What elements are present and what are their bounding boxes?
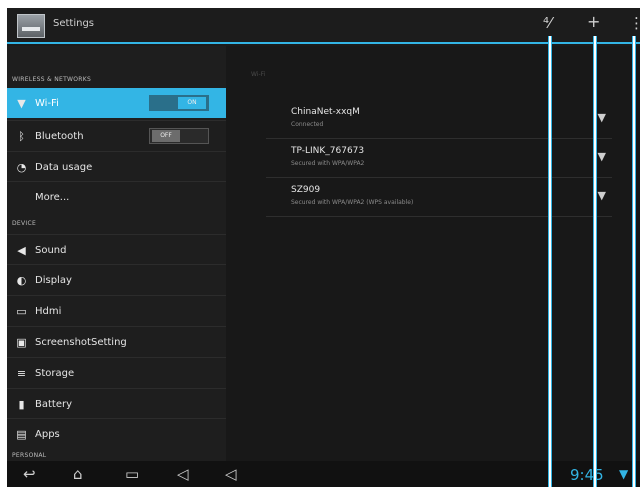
sidebar-item-label: Apps (35, 429, 60, 440)
display-icon: ◐ (16, 274, 27, 287)
sidebar-item-label: Hdmi (35, 306, 62, 317)
annotation-line (632, 36, 636, 487)
network-item-tp-link[interactable]: TP-LINK_767673 Secured with WPA/WPA2 ▼ (266, 140, 612, 178)
network-status: Connected (291, 121, 324, 128)
sidebar-item-screenshot-setting[interactable]: ▣ ScreenshotSetting (7, 326, 226, 356)
battery-icon: ▮ (18, 398, 25, 411)
scan-icon[interactable]: ⁴⁄ (543, 14, 552, 32)
network-status: Secured with WPA/WPA2 (WPS available) (291, 199, 414, 206)
wifi-signal-lock-icon: ▼ (597, 111, 606, 124)
recent-apps-icon[interactable]: ▭ (125, 465, 139, 483)
network-item-chinanet[interactable]: ChinaNet-xxqM Connected ▼ (266, 101, 612, 139)
sidebar-item-label: Data usage (35, 162, 93, 173)
section-personal: PERSONAL (12, 452, 47, 459)
sidebar-item-more[interactable]: More... (7, 181, 226, 211)
sidebar-item-label: Sound (35, 245, 67, 256)
back-icon[interactable]: ↩ (23, 465, 36, 483)
sidebar-item-data-usage[interactable]: ◔ Data usage (7, 151, 226, 181)
wifi-signal-lock-icon: ▼ (597, 150, 606, 163)
settings-app-icon[interactable] (17, 14, 45, 38)
sidebar-item-label: Storage (35, 368, 75, 379)
sound-icon: ◀ (17, 244, 26, 257)
sidebar-item-label: Bluetooth (35, 131, 84, 142)
sidebar-item-bluetooth[interactable]: ᛒ Bluetooth OFF (7, 120, 226, 150)
toggle-knob: OFF (152, 130, 180, 142)
sidebar-item-wifi[interactable]: ▼ Wi-Fi ON (7, 88, 226, 118)
home-icon[interactable]: ⌂ (73, 465, 83, 483)
screenshot-icon: ▣ (16, 336, 27, 349)
network-name: SZ909 (291, 185, 321, 195)
sidebar-item-storage[interactable]: ≡ Storage (7, 357, 226, 387)
wifi-pane-header: Wi-Fi (251, 71, 266, 78)
wifi-signal-lock-icon: ▼ (597, 189, 606, 202)
data-usage-icon: ◔ (16, 161, 27, 174)
wifi-icon: ▼ (17, 97, 26, 110)
volume-down-icon[interactable]: ◁ (177, 465, 189, 483)
sidebar-item-label: ScreenshotSetting (35, 337, 127, 348)
network-status: Secured with WPA/WPA2 (291, 160, 365, 167)
tablet-screen: Settings ⁴⁄ + ⋮ WIRELESS & NETWORKS ▼ Wi… (7, 8, 640, 487)
system-nav-bar: ↩ ⌂ ▭ ◁ ◁ 9:45 ▼ (7, 461, 640, 487)
sidebar-item-label: More... (35, 192, 70, 203)
storage-icon: ≡ (16, 367, 27, 380)
hdmi-icon: ▭ (16, 305, 27, 318)
add-network-icon[interactable]: + (587, 12, 600, 31)
settings-sidebar: WIRELESS & NETWORKS ▼ Wi-Fi ON ᛒ Bluetoo… (7, 46, 226, 461)
sidebar-item-label: Battery (35, 399, 73, 410)
sidebar-item-apps[interactable]: ▤ Apps (7, 418, 226, 448)
sidebar-item-display[interactable]: ◐ Display (7, 264, 226, 294)
wifi-networks-pane: Wi-Fi ChinaNet-xxqM Connected ▼ TP-LINK_… (226, 46, 640, 461)
app-title: Settings (53, 18, 95, 29)
volume-up-icon[interactable]: ◁ (225, 465, 237, 483)
wifi-toggle[interactable]: ON (149, 95, 209, 111)
network-name: TP-LINK_767673 (291, 146, 365, 156)
apps-icon: ▤ (16, 428, 27, 441)
bluetooth-toggle[interactable]: OFF (149, 128, 209, 144)
network-name: ChinaNet-xxqM (291, 107, 360, 117)
section-device: DEVICE (12, 220, 37, 227)
sidebar-item-hdmi[interactable]: ▭ Hdmi (7, 295, 226, 325)
annotation-line (593, 36, 597, 487)
wifi-status-icon: ▼ (619, 467, 629, 481)
action-bar: Settings ⁴⁄ + ⋮ (7, 8, 640, 44)
sidebar-item-sound[interactable]: ◀ Sound (7, 234, 226, 264)
annotation-line (548, 36, 552, 487)
sidebar-item-battery[interactable]: ▮ Battery (7, 388, 226, 418)
overflow-menu-icon[interactable]: ⋮ (629, 14, 640, 32)
sidebar-item-label: Display (35, 275, 72, 286)
section-wireless-networks: WIRELESS & NETWORKS (12, 76, 92, 83)
bluetooth-icon: ᛒ (18, 130, 25, 143)
sidebar-item-label: Wi-Fi (35, 98, 59, 109)
network-item-sz909[interactable]: SZ909 Secured with WPA/WPA2 (WPS availab… (266, 179, 612, 217)
toggle-knob: ON (178, 97, 206, 109)
status-clock: 9:45 (570, 466, 604, 484)
